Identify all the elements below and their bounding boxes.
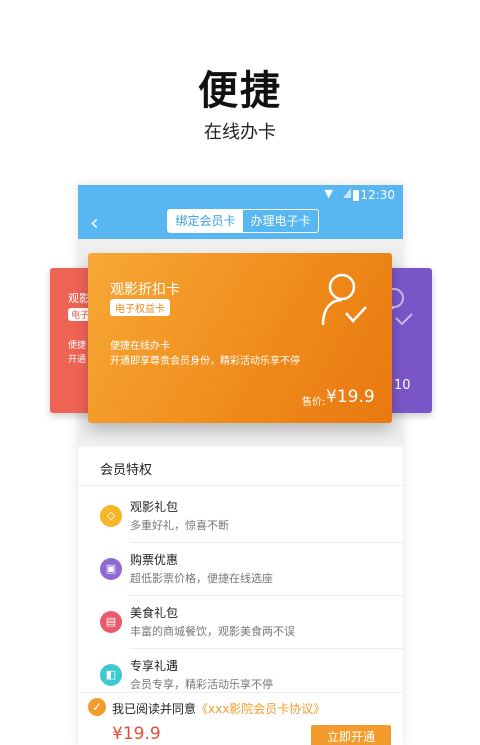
main-card-price: ¥19.9 [326, 387, 375, 407]
status-time: 12:30 [360, 188, 395, 202]
battery-icon [353, 190, 359, 201]
benefit-row: ◇ 观影礼包 多重好礼，惊喜不断 [100, 492, 390, 542]
main-card-desc1: 便捷在线办卡 [110, 341, 170, 352]
agreement-text: 我已阅读并同意 [112, 702, 197, 716]
tab-apply-card[interactable]: 办理电子卡 [243, 210, 318, 232]
benefit-desc: 会员专享，精彩活动乐享不停 [130, 678, 273, 691]
benefit-desc: 丰富的商城餐饮，观影美食两不误 [130, 625, 295, 638]
main-card-badge: 电子权益卡 [110, 299, 170, 316]
benefit-row: ▣ 购票优惠 超低影票价格，便捷在线选座 [100, 545, 390, 595]
benefit-title: 购票优惠 [130, 553, 179, 567]
hero-title: 便捷 [198, 68, 282, 114]
benefit-title: 美食礼包 [130, 606, 179, 620]
benefit-desc: 多重好礼，惊喜不断 [130, 519, 229, 532]
benefit-row: ▤ 美食礼包 丰富的商城餐饮，观影美食两不误 [100, 598, 390, 648]
hero-subtitle: 在线办卡 [204, 122, 276, 143]
bottom-bar: ¥19.9 立即开通 [78, 723, 403, 745]
benefits-title: 会员特权 [100, 463, 153, 478]
nav-bar: ‹ 绑定会员卡 办理电子卡 [78, 207, 403, 239]
basket-icon: ▤ [100, 611, 122, 633]
agree-checkbox[interactable]: ✓ [88, 698, 106, 716]
benefit-title: 专享礼遇 [130, 659, 179, 673]
main-card-title: 观影折扣卡 [110, 282, 180, 298]
left-card-line1: 便捷 [68, 341, 87, 351]
agreement-link[interactable]: 《xxx影院会员卡协议》 [196, 700, 325, 717]
tab-bind-card[interactable]: 绑定会员卡 [168, 210, 243, 232]
benefit-desc: 超低影票价格，便捷在线选座 [130, 572, 273, 585]
wifi-icon: ▼ [324, 187, 333, 200]
user-check-icon [321, 273, 367, 326]
left-card-line2: 开通 [68, 355, 87, 365]
main-card-price-label: 售价: [302, 397, 326, 408]
signal-icon [343, 188, 351, 198]
back-icon[interactable]: ‹ [90, 211, 99, 236]
gift-icon: ◇ [100, 505, 122, 527]
left-card-title: 观影 [68, 292, 90, 305]
present-icon: ◧ [100, 664, 122, 686]
bottom-price: ¥19.9 [112, 724, 161, 744]
right-card-price: 10 [394, 378, 411, 393]
main-card[interactable]: 观影折扣卡 电子权益卡 便捷在线办卡 开通即享尊贵会员身份，精彩活动乐享不停 售… [88, 253, 392, 423]
status-bar: ▼ 12:30 [78, 185, 403, 207]
open-now-button[interactable]: 立即开通 [311, 725, 391, 745]
benefit-title: 观影礼包 [130, 500, 179, 514]
card-type-tabs: 绑定会员卡 办理电子卡 [167, 209, 319, 233]
agreement-row: ✓ 我已阅读并同意 《xxx影院会员卡协议》 [78, 692, 403, 723]
main-card-desc2: 开通即享尊贵会员身份，精彩活动乐享不停 [110, 356, 300, 367]
ticket-icon: ▣ [100, 558, 122, 580]
